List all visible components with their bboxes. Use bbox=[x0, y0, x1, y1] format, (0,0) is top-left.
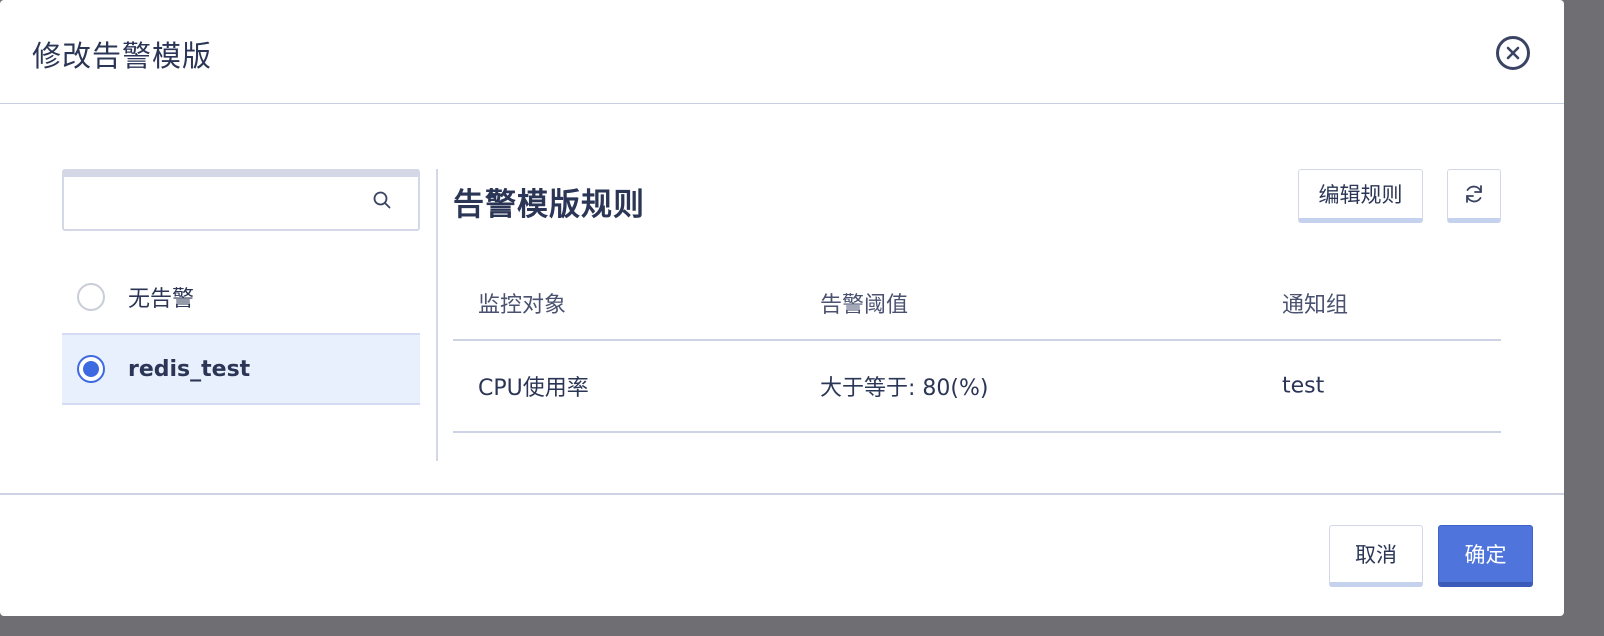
close-icon[interactable] bbox=[1496, 36, 1530, 70]
refresh-button[interactable] bbox=[1447, 169, 1501, 223]
table-header: 监控对象 告警阈值 通知组 bbox=[453, 261, 1501, 341]
dialog-footer: 取消 确定 bbox=[0, 493, 1564, 616]
cancel-button[interactable]: 取消 bbox=[1329, 525, 1423, 587]
table-row: CPU使用率 大于等于: 80(%) test bbox=[453, 341, 1501, 433]
template-list: 无告警 redis_test bbox=[62, 261, 420, 405]
column-header-threshold: 告警阈值 bbox=[820, 293, 909, 318]
radio-button[interactable] bbox=[77, 283, 105, 311]
rules-panel: 告警模版规则 编辑规则 监控对象 告警阈值 通知组 CPU使用率 大于等于: 8… bbox=[453, 169, 1501, 469]
search-input[interactable] bbox=[64, 177, 418, 229]
refresh-icon bbox=[1466, 185, 1482, 203]
dialog-header: 修改告警模版 bbox=[0, 0, 1564, 104]
cell-notify-group: test bbox=[1282, 373, 1325, 399]
close-x-glyph bbox=[1506, 46, 1520, 60]
confirm-button[interactable]: 确定 bbox=[1438, 525, 1533, 587]
edit-rules-button[interactable]: 编辑规则 bbox=[1298, 169, 1423, 223]
search-icon[interactable] bbox=[372, 190, 392, 210]
template-item-redis-test[interactable]: redis_test bbox=[62, 333, 420, 405]
rules-table: 监控对象 告警阈值 通知组 CPU使用率 大于等于: 80(%) test bbox=[453, 261, 1501, 433]
rules-title: 告警模版规则 bbox=[453, 187, 645, 223]
dialog-title: 修改告警模版 bbox=[32, 39, 213, 73]
template-label: 无告警 bbox=[128, 287, 195, 312]
template-label: redis_test bbox=[128, 356, 251, 382]
radio-dot bbox=[83, 361, 99, 377]
column-header-monitor-target: 监控对象 bbox=[478, 293, 567, 318]
panel-divider bbox=[436, 169, 438, 461]
search-box bbox=[62, 169, 420, 231]
radio-button-selected[interactable] bbox=[77, 355, 105, 383]
cell-threshold: 大于等于: 80(%) bbox=[820, 376, 989, 401]
edit-alert-template-dialog: 修改告警模版 无告警 redis_test 告警模版规则 编辑规则 监控对象 告… bbox=[0, 0, 1564, 616]
dialog-body: 无告警 redis_test 告警模版规则 编辑规则 监控对象 告警阈值 通知组… bbox=[0, 105, 1564, 493]
column-header-notify-group: 通知组 bbox=[1282, 293, 1349, 318]
template-item-no-alert[interactable]: 无告警 bbox=[62, 261, 420, 333]
template-selector: 无告警 redis_test bbox=[62, 169, 420, 405]
cell-monitor-target: CPU使用率 bbox=[478, 376, 589, 401]
